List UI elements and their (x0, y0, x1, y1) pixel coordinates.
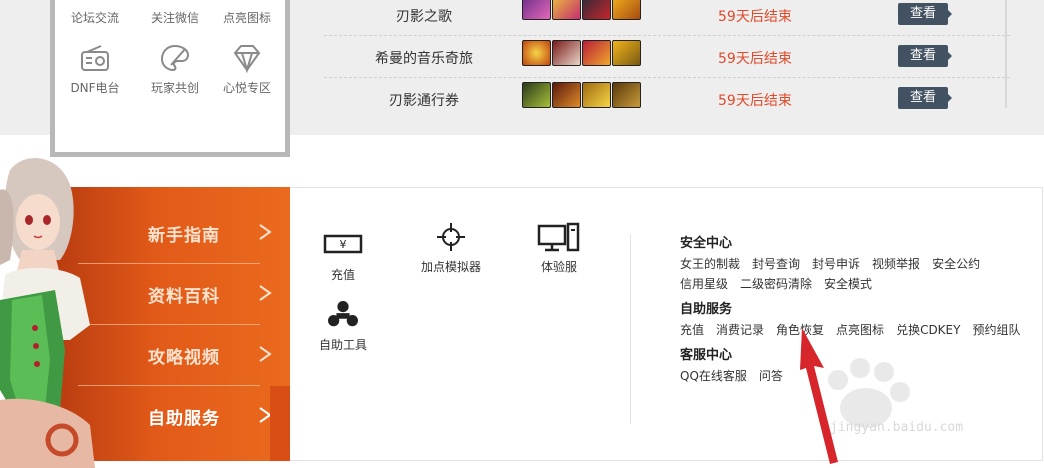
section-title: 自助服务 (680, 302, 733, 317)
view-button[interactable]: 查看 (898, 45, 952, 67)
link-light-icon[interactable]: 点亮图标 (207, 9, 287, 26)
reward-icons (522, 40, 641, 66)
reward-item-icon (522, 82, 551, 108)
tools-icon (328, 300, 358, 327)
reward-icons (522, 0, 641, 20)
reward-item-icon (522, 0, 551, 20)
reward-item-icon (612, 82, 641, 108)
view-button[interactable]: 查看 (898, 3, 952, 25)
tool-label: 体验服 (540, 260, 577, 274)
tool-label: 自助工具 (318, 338, 367, 352)
table-row: 希曼的音乐奇旅 59天后结束 查看 (324, 36, 1010, 78)
service-link[interactable]: 封号查询 (752, 257, 800, 271)
event-status: 59天后结束 (718, 93, 792, 109)
link-forum[interactable]: 论坛交流 (55, 9, 135, 26)
event-status: 59天后结束 (718, 9, 792, 25)
service-link[interactable]: 女王的制裁 (680, 257, 740, 271)
event-name: 刃影通行券 (389, 93, 459, 109)
event-status: 59天后结束 (718, 51, 792, 67)
view-button[interactable]: 查看 (898, 87, 952, 109)
menu-item-label: 新手指南 (148, 226, 220, 246)
reward-item-icon (612, 0, 641, 20)
recharge-icon: ¥ (323, 234, 363, 254)
service-link[interactable]: 封号申诉 (812, 257, 860, 271)
customer-service-section: 客服中心 QQ在线客服 问答 (680, 346, 795, 386)
service-link[interactable]: 信用星级 (680, 277, 728, 291)
menu-item-label: 攻略视频 (148, 348, 220, 368)
events-table: 刃影之歌 59天后结束 查看 希曼的音乐奇旅 59天后结束 查看 刃影通行券 5… (324, 0, 1010, 120)
service-link[interactable]: 安全模式 (824, 277, 872, 291)
panel-divider (630, 234, 631, 424)
table-row: 刃影通行券 59天后结束 查看 (324, 78, 1010, 120)
palette-icon (160, 44, 190, 72)
service-link[interactable]: 安全公约 (932, 257, 980, 271)
tool-stat-simulator[interactable]: 加点模拟器 (406, 222, 496, 275)
link-label: 点亮图标 (222, 11, 271, 25)
event-name: 刃影之歌 (396, 9, 452, 25)
svg-text:¥: ¥ (340, 238, 347, 251)
chevron-right-icon (259, 346, 272, 362)
link-wechat[interactable]: 关注微信 (135, 9, 215, 26)
link-list: 女王的制裁 封号查询 封号申诉 视频举报 安全公约 (680, 254, 992, 274)
reward-item-icon (582, 82, 611, 108)
character-illustration (0, 158, 95, 468)
reward-item-icon (582, 40, 611, 66)
link-list: 信用星级 二级密码清除 安全模式 (680, 274, 992, 294)
link-cocreate[interactable]: 玩家共创 (135, 43, 215, 96)
self-service-section: 自助服务 充值 消费记录 角色恢复 点亮图标 兑换CDKEY 预约组队 (680, 300, 1032, 340)
reward-item-icon (552, 0, 581, 20)
link-label: 玩家共创 (150, 81, 199, 95)
service-link[interactable]: 视频举报 (872, 257, 920, 271)
reward-item-icon (552, 40, 581, 66)
tool-label: 加点模拟器 (420, 260, 481, 274)
crosshair-icon (437, 223, 465, 251)
red-arrow-annotation (800, 328, 838, 464)
service-link[interactable]: QQ在线客服 (680, 369, 747, 383)
link-radio[interactable]: DNF电台 (55, 43, 135, 96)
link-label: 关注微信 (150, 11, 199, 25)
service-link[interactable]: 消费记录 (716, 323, 764, 337)
section-title: 客服中心 (680, 348, 733, 363)
tool-test-server[interactable]: 体验服 (514, 222, 604, 275)
tool-label: 充值 (330, 268, 355, 282)
chevron-right-icon (259, 224, 272, 240)
reward-icons (522, 82, 641, 108)
menu-item-label: 自助服务 (148, 409, 220, 429)
radio-icon (81, 45, 109, 71)
reward-item-icon (522, 40, 551, 66)
service-link[interactable]: 充值 (680, 323, 704, 337)
reward-item-icon (552, 82, 581, 108)
link-list: 充值 消费记录 角色恢复 点亮图标 兑换CDKEY 预约组队 (680, 320, 1032, 340)
link-label: 论坛交流 (70, 11, 119, 25)
reward-item-icon (612, 40, 641, 66)
menu-item-label: 资料百科 (148, 287, 220, 307)
link-label: 心悦专区 (222, 81, 271, 95)
service-link[interactable]: 兑换CDKEY (896, 323, 960, 337)
tool-recharge[interactable]: ¥ 充值 (298, 230, 388, 283)
event-name: 希曼的音乐奇旅 (375, 51, 473, 67)
computer-icon (537, 222, 580, 252)
menu-edge (270, 386, 290, 461)
security-center-section: 安全中心 女王的制裁 封号查询 封号申诉 视频举报 安全公约 信用星级 二级密码清除 安全模… (680, 234, 992, 294)
events-scrollbar[interactable] (1005, 0, 1007, 108)
diamond-icon (233, 45, 261, 73)
reward-item-icon (582, 0, 611, 20)
service-link[interactable]: 二级密码清除 (740, 277, 812, 291)
service-link[interactable]: 预约组队 (972, 323, 1020, 337)
tool-self-service-tools[interactable]: 自助工具 (298, 300, 388, 353)
quick-links-panel: 论坛交流 关注微信 点亮图标 DNF电台 玩家共创 心悦专区 (50, 0, 290, 157)
link-xinyue[interactable]: 心悦专区 (207, 43, 287, 96)
chevron-right-icon (259, 285, 272, 301)
table-row: 刃影之歌 59天后结束 查看 (324, 0, 1010, 36)
section-title: 安全中心 (680, 236, 733, 251)
service-link[interactable]: 问答 (759, 369, 783, 383)
link-list: QQ在线客服 问答 (680, 366, 795, 386)
link-label: DNF电台 (70, 81, 120, 95)
